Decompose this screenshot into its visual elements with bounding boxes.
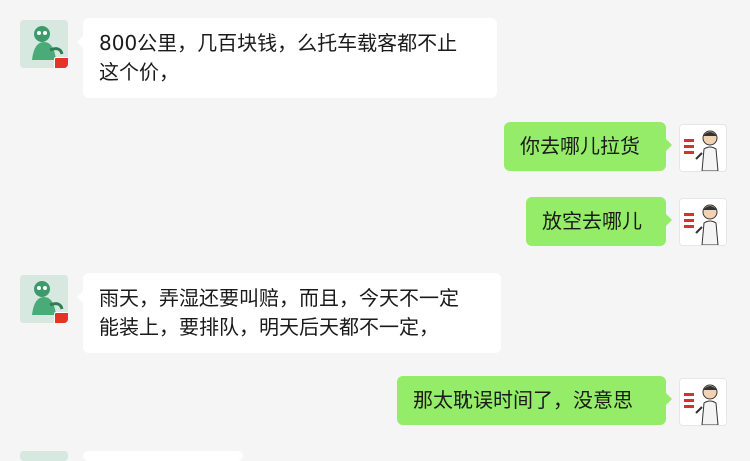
- self-avatar[interactable]: [679, 378, 727, 426]
- message-bubble-incoming[interactable]: 800公里，几百块钱，么托车载客都不止 这个价，: [77, 18, 497, 98]
- china-flag-icon: [54, 57, 68, 68]
- self-avatar[interactable]: [679, 124, 727, 172]
- china-flag-icon: [54, 312, 68, 323]
- message-bubble-outgoing[interactable]: 那太耽误时间了，没意思: [397, 376, 672, 425]
- contact-avatar-partial[interactable]: [20, 451, 68, 461]
- message-text: 那太耽误时间了，没意思: [413, 388, 633, 412]
- contact-avatar[interactable]: [20, 20, 68, 68]
- cartoon-man-icon: [680, 379, 726, 425]
- message-line: 能装上，要排队，明天后天都不一定，: [99, 315, 439, 339]
- self-avatar[interactable]: [679, 198, 727, 246]
- message-bubble-outgoing[interactable]: 放空去哪儿: [526, 197, 672, 246]
- contact-avatar[interactable]: [20, 275, 68, 323]
- message-bubble-outgoing[interactable]: 你去哪儿拉货: [504, 122, 672, 171]
- message-text: 你去哪儿拉货: [520, 134, 640, 158]
- message-line: 这个价，: [99, 60, 179, 84]
- message-line: 800公里，几百块钱，么托车载客都不止: [99, 31, 458, 55]
- message-bubble-incoming-partial[interactable]: [83, 451, 243, 461]
- cartoon-man-icon: [680, 199, 726, 245]
- message-bubble-incoming[interactable]: 雨天，弄湿还要叫赔，而且，今天不一定 能装上，要排队，明天后天都不一定，: [77, 273, 501, 353]
- message-line: 雨天，弄湿还要叫赔，而且，今天不一定: [99, 286, 459, 310]
- cartoon-man-icon: [680, 125, 726, 171]
- message-text: 放空去哪儿: [542, 209, 642, 233]
